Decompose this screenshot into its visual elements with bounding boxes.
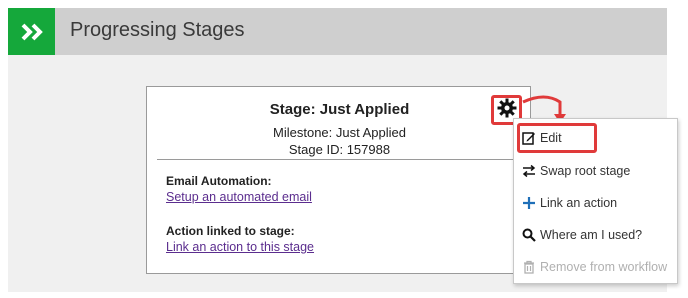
stage-milestone: Milestone: Just Applied [273,125,406,140]
menu-item-link-action[interactable]: Link an action [522,192,672,214]
menu-item-label: Edit [540,131,562,145]
menu-item-where-used[interactable]: Where am I used? [522,224,672,246]
link-action-stage-link[interactable]: Link an action to this stage [166,240,314,254]
page-title: Progressing Stages [70,19,245,41]
stage-title: Stage: Just Applied [269,101,410,118]
divider [157,159,522,160]
double-chevron-right-icon [8,8,55,55]
email-automation-label: Email Automation: [166,174,272,188]
trash-icon [522,260,536,274]
menu-item-label: Swap root stage [540,164,631,178]
menu-item-edit[interactable]: Edit [522,127,672,149]
plus-icon [522,196,536,210]
edit-icon [522,131,536,145]
swap-icon [522,164,536,178]
action-linked-label: Action linked to stage: [166,224,295,238]
menu-item-swap-root-stage[interactable]: Swap root stage [522,160,672,182]
setup-email-link[interactable]: Setup an automated email [166,190,312,204]
menu-item-label: Link an action [540,196,618,210]
menu-item-label: Remove from workflow [540,260,668,274]
gear-dropdown-menu: Edit Swap root stage Link an action Wher… [513,118,678,284]
menu-item-label: Where am I used? [540,228,643,242]
stage-card: Stage: Just Applied Milestone: Just Appl… [146,86,531,274]
menu-item-remove-from-workflow: Remove from workflow [522,256,672,278]
search-icon [522,228,536,242]
stage-id: Stage ID: 157988 [288,142,391,157]
